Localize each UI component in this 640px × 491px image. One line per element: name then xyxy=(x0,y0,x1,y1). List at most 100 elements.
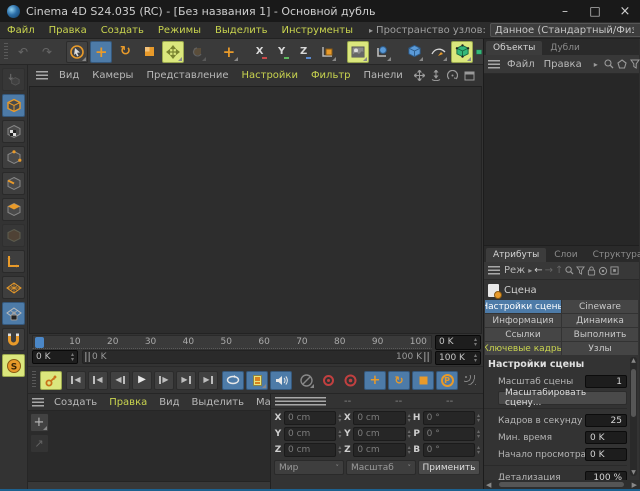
maximize-button[interactable]: □ xyxy=(580,0,610,22)
open-material-button[interactable]: ↗ xyxy=(29,434,49,453)
scale-scene-button[interactable]: Масштабировать сцену... xyxy=(498,388,627,408)
render-settings-button[interactable] xyxy=(371,41,393,63)
apply-button[interactable]: Применить xyxy=(418,460,480,475)
history-forward-icon[interactable]: → xyxy=(545,265,553,276)
mat-menu-view[interactable]: Вид xyxy=(153,397,185,408)
category-dynamics[interactable]: Динамика xyxy=(562,314,638,327)
workplane-button[interactable] xyxy=(2,276,25,299)
rot-h-input[interactable]: 0 ° xyxy=(422,411,475,425)
menu-select[interactable]: Выделить xyxy=(208,25,274,36)
vp-menu-cameras[interactable]: Камеры xyxy=(86,70,139,81)
redo-button[interactable]: ↷ xyxy=(36,41,58,63)
transform-tool-button[interactable]: + xyxy=(218,41,240,63)
scrollbar-thumb[interactable] xyxy=(499,482,624,487)
key-pla-toggle[interactable] xyxy=(460,371,480,390)
selected-object-row[interactable]: Сцена xyxy=(484,280,639,300)
mode-menu[interactable]: Реж xyxy=(503,265,526,276)
move-tool-button[interactable]: + xyxy=(90,40,113,63)
pos-y-input[interactable]: 0 cm xyxy=(284,427,337,441)
record-disabled-button[interactable] xyxy=(296,371,316,390)
goto-start-button[interactable]: ◀ xyxy=(66,370,86,390)
node-space-dropdown[interactable]: Данное (Стандартный/Физический) ˅ xyxy=(489,23,640,37)
size-x-input[interactable]: 0 cm xyxy=(353,411,406,425)
tab-objects[interactable]: Объекты xyxy=(486,41,543,55)
pan-camera-icon[interactable] xyxy=(414,70,425,81)
scale-tool-button[interactable] xyxy=(138,41,160,63)
space-dropdown[interactable]: Мир ˅ xyxy=(274,460,344,475)
key-parameter-toggle[interactable]: P xyxy=(436,370,458,390)
tab-takes[interactable]: Дубли xyxy=(543,41,587,55)
last-tool-button[interactable] xyxy=(162,40,185,63)
history-back-icon[interactable]: ← xyxy=(534,265,542,276)
points-mode-button[interactable] xyxy=(2,146,25,169)
enable-axis-button[interactable] xyxy=(2,250,25,273)
size-y-input[interactable]: 0 cm xyxy=(353,427,406,441)
axis-x-lock-button[interactable]: X xyxy=(250,41,270,63)
current-frame-spinbox[interactable]: 0 K ▴ ▾ xyxy=(435,335,481,350)
maximize-view-icon[interactable] xyxy=(464,71,475,81)
obj-menu-edit[interactable]: Правка xyxy=(541,59,585,70)
level-of-detail-input[interactable]: 100 % xyxy=(585,471,627,480)
menu-file[interactable]: Файл xyxy=(0,25,42,36)
menu-tools[interactable]: Инструменты xyxy=(274,25,360,36)
hamburger-icon[interactable] xyxy=(488,266,500,275)
axis-z-lock-button[interactable]: Z xyxy=(294,41,314,63)
axis-y-lock-button[interactable]: Y xyxy=(272,41,292,63)
timeline-playhead[interactable] xyxy=(35,337,44,348)
menu-create[interactable]: Создать xyxy=(94,25,151,36)
menu-modes[interactable]: Режимы xyxy=(151,25,208,36)
render-view-button[interactable] xyxy=(347,40,370,63)
home-path-icon[interactable] xyxy=(617,59,627,69)
mat-menu-edit[interactable]: Правка xyxy=(103,397,153,408)
mat-menu-create[interactable]: Создать xyxy=(48,397,103,408)
filter-icon[interactable] xyxy=(576,266,586,275)
undo-button[interactable]: ↶ xyxy=(12,41,34,63)
coordinate-system-button[interactable] xyxy=(316,41,338,63)
timeline-ruler[interactable]: 0 10 20 30 40 50 60 70 80 90 xyxy=(32,335,432,349)
next-key-button[interactable]: ▶ xyxy=(176,370,196,390)
new-panel-icon[interactable] xyxy=(610,266,619,275)
rotate-tool-button[interactable]: ↻ xyxy=(114,41,136,63)
submenu-arrow-icon[interactable]: ▸ xyxy=(594,60,598,69)
snap-magnet-button[interactable] xyxy=(2,328,25,351)
playbar-drag-handle[interactable] xyxy=(32,371,36,389)
goto-end-button[interactable]: ▶ xyxy=(198,370,218,390)
dolly-camera-icon[interactable] xyxy=(431,70,441,81)
submenu-arrow-icon[interactable]: ▸ xyxy=(528,266,532,275)
rot-p-input[interactable]: 0 ° xyxy=(422,427,475,441)
record-active-objects-button[interactable] xyxy=(318,371,338,390)
transform-mode-dropdown[interactable]: Масштаб ˅ xyxy=(346,460,416,475)
uv-mode-button[interactable] xyxy=(2,224,25,247)
size-z-input[interactable]: 0 cm xyxy=(353,443,406,457)
hamburger-icon[interactable] xyxy=(488,59,500,69)
pos-x-input[interactable]: 0 cm xyxy=(284,411,337,425)
partial-tool-button[interactable] xyxy=(475,41,483,63)
orbit-camera-icon[interactable] xyxy=(447,70,458,81)
category-cineware[interactable]: Cineware xyxy=(562,300,638,313)
live-selection-button[interactable] xyxy=(66,40,89,63)
key-scale-toggle[interactable] xyxy=(412,370,434,390)
primitive-cube-button[interactable] xyxy=(403,41,425,63)
tab-structure[interactable]: Структура xyxy=(586,248,640,262)
min-frame-spinbox[interactable]: 0 K ▴ ▾ xyxy=(32,350,78,364)
minimize-button[interactable]: – xyxy=(550,0,580,22)
range-end-handle[interactable] xyxy=(424,352,429,362)
min-time-input[interactable]: 0 K xyxy=(585,431,627,444)
mat-menu-select[interactable]: Выделить xyxy=(186,397,250,408)
material-list[interactable]: + ↗ xyxy=(28,411,270,481)
vertical-scrollbar[interactable]: ▲ ▼ xyxy=(630,357,637,476)
record-keyframe-button[interactable] xyxy=(40,370,62,390)
range-start-handle[interactable] xyxy=(85,352,90,362)
prev-key-button[interactable]: ◀ xyxy=(88,370,108,390)
key-rotation-toggle[interactable]: ↻ xyxy=(388,370,410,390)
fps-input[interactable]: 25 xyxy=(585,414,627,427)
category-execute[interactable]: Выполнить xyxy=(562,328,638,341)
vp-menu-display[interactable]: Представление xyxy=(140,70,234,81)
vp-menu-filter[interactable]: Фильтр xyxy=(305,70,357,81)
end-frame-spinbox[interactable]: 100 K ▴ ▾ xyxy=(435,350,481,365)
key-position-toggle[interactable]: + xyxy=(364,370,386,390)
toolbar-drag-handle[interactable] xyxy=(4,42,8,61)
hamburger-icon[interactable] xyxy=(36,71,48,80)
viewport-canvas[interactable] xyxy=(29,86,482,334)
vp-menu-view[interactable]: Вид xyxy=(53,70,85,81)
